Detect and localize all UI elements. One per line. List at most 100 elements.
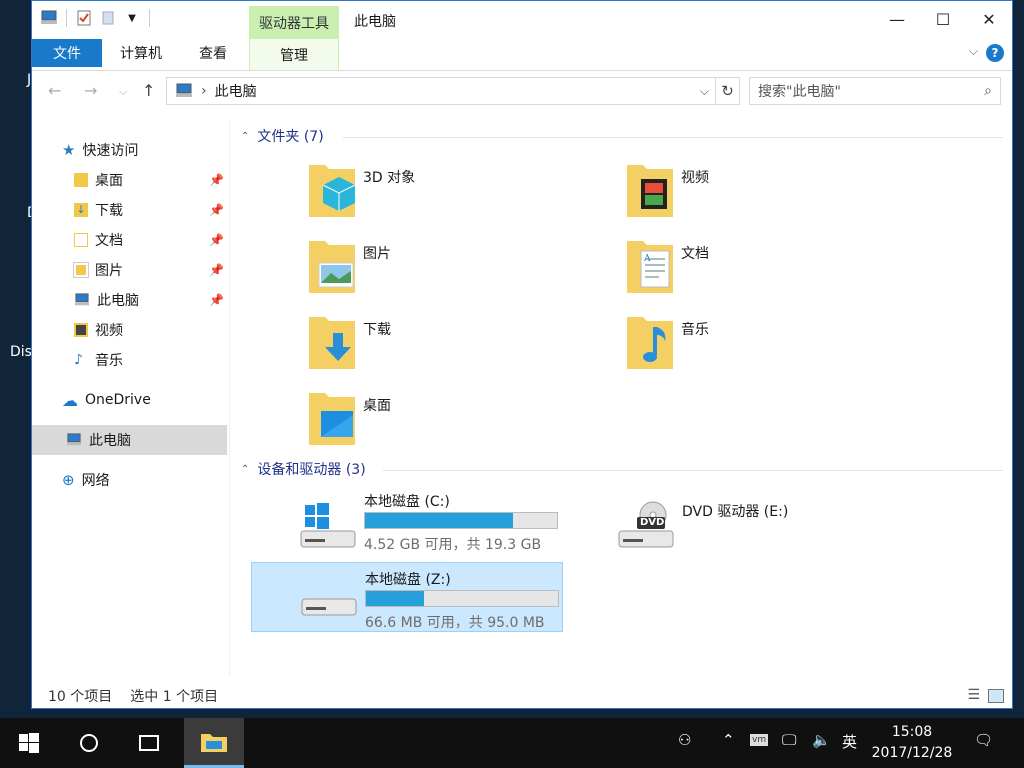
documents-folder-icon — [74, 233, 88, 247]
drive-c[interactable]: 本地磁盘 (C:) 4.52 GB 可用，共 19.3 GB — [251, 485, 563, 555]
explorer-window: ▼ 驱动器工具 此电脑 — ☐ ✕ 文件 计算机 查看 管理 ⌵ ? ← → ⌵… — [31, 0, 1013, 709]
recent-locations-icon[interactable]: ⌵ — [119, 85, 127, 99]
separator — [66, 9, 67, 27]
pin-icon[interactable]: 📌 — [209, 293, 224, 307]
collapse-chevron-icon[interactable]: ⌃ — [241, 131, 249, 142]
folder-pictures[interactable]: 图片 — [307, 237, 587, 305]
breadcrumb-separator-icon[interactable]: › — [201, 83, 207, 99]
clock[interactable]: 15:08 2017/12/28 — [862, 722, 962, 764]
minimize-button[interactable]: — — [874, 1, 920, 37]
folder-name: 桌面 — [363, 398, 391, 414]
folder-desktop[interactable]: 桌面 — [307, 389, 587, 457]
large-icons-view-icon[interactable] — [988, 689, 1004, 703]
properties-icon[interactable] — [75, 9, 93, 27]
cortana-button[interactable] — [64, 718, 114, 768]
sidebar-item-downloads[interactable]: ↓ 下载 📌 — [74, 195, 234, 225]
sidebar-item-documents[interactable]: 文档 📌 — [74, 225, 234, 255]
network-status-icon[interactable]: 🖵 — [782, 731, 796, 749]
pin-icon[interactable]: 📌 — [209, 173, 224, 187]
sidebar-item-label: OneDrive — [85, 392, 151, 408]
help-icon[interactable]: ? — [986, 44, 1004, 62]
maximize-button[interactable]: ☐ — [920, 1, 966, 37]
task-view-button[interactable] — [124, 718, 174, 768]
devices-group-header[interactable]: ⌃ 设备和驱动器 (3) — [241, 459, 366, 479]
start-button[interactable] — [0, 718, 58, 768]
computer-icon[interactable] — [40, 9, 58, 27]
back-icon[interactable]: ← — [48, 81, 61, 100]
view-switcher: ☰ — [967, 687, 1004, 703]
refresh-icon[interactable]: ↻ — [716, 77, 740, 105]
pin-icon[interactable]: 📌 — [209, 263, 224, 277]
folder-videos[interactable]: 视频 — [625, 161, 905, 229]
forward-icon[interactable]: → — [84, 81, 97, 100]
search-icon[interactable]: ⌕ — [984, 83, 992, 99]
close-button[interactable]: ✕ — [966, 1, 1012, 37]
folder-downloads[interactable]: 下载 — [307, 313, 587, 381]
sidebar-item-label: 快速访问 — [82, 143, 139, 159]
sidebar-item-desktop[interactable]: 桌面 📌 — [74, 165, 234, 195]
address-dropdown-icon[interactable]: ⌵ — [700, 84, 709, 99]
tab-file[interactable]: 文件 — [32, 39, 102, 67]
people-icon[interactable]: ⚇ — [678, 731, 691, 749]
tab-computer[interactable]: 计算机 — [108, 39, 174, 67]
volume-icon[interactable]: 🔈 — [812, 731, 831, 749]
sidebar-item-label: 此电脑 — [97, 293, 139, 309]
action-center-icon[interactable]: 🗨 — [974, 731, 993, 749]
computer-icon — [176, 83, 192, 97]
documents-folder-icon: A — [627, 241, 673, 293]
cortana-circle-icon — [80, 734, 98, 752]
sidebar-item-music[interactable]: ♪ 音乐 — [74, 345, 123, 375]
search-input[interactable]: 搜索"此电脑" ⌕ — [749, 77, 1001, 105]
collapse-chevron-icon[interactable]: ⌃ — [241, 464, 249, 475]
sidebar-item-label: 图片 — [95, 263, 123, 279]
ime-indicator[interactable]: 英 — [842, 731, 857, 752]
drive-name: 本地磁盘 (C:) — [364, 494, 450, 510]
folder-documents[interactable]: A 文档 — [625, 237, 905, 305]
file-view: ⌃ 文件夹 (7) 3D 对象 视频 图片 A 文档 下载 音乐 桌面 ⌃ 设备… — [231, 121, 1011, 676]
computer-icon — [75, 293, 89, 306]
computer-icon — [67, 433, 81, 446]
window-title: 此电脑 — [354, 14, 396, 30]
ribbon-expand-icon[interactable]: ⌵ — [969, 44, 978, 59]
group-divider — [383, 470, 1003, 471]
sidebar-item-label: 视频 — [95, 323, 123, 339]
drive-usage-fill — [366, 591, 424, 606]
folder-name: 下载 — [363, 322, 391, 338]
folder-3d-objects[interactable]: 3D 对象 — [307, 161, 587, 229]
vmware-icon[interactable]: vm — [750, 734, 769, 746]
folders-group-header[interactable]: ⌃ 文件夹 (7) — [241, 126, 324, 146]
sidebar-item-onedrive[interactable]: ☁ OneDrive — [62, 385, 151, 415]
clock-time: 15:08 — [891, 724, 933, 740]
folder-music[interactable]: 音乐 — [625, 313, 905, 381]
sidebar-item-quick-access[interactable]: ★ 快速访问 — [62, 135, 138, 165]
tab-view[interactable]: 查看 — [182, 39, 244, 67]
tab-manage[interactable]: 管理 — [249, 39, 339, 70]
sidebar-item-label: 网络 — [81, 473, 110, 489]
drive-name: DVD 驱动器 (E:) — [682, 504, 789, 520]
windows-logo-icon — [19, 733, 39, 753]
breadcrumb-this-pc[interactable]: 此电脑 — [215, 81, 257, 101]
sidebar-item-network[interactable]: ⊕ 网络 — [62, 465, 110, 495]
drive-e-dvd[interactable]: DVD DVD 驱动器 (E:) — [569, 485, 881, 555]
up-icon[interactable]: ↑ — [142, 81, 155, 100]
show-hidden-icons-icon[interactable]: ⌃ — [722, 731, 735, 749]
customize-dropdown-icon[interactable]: ▼ — [123, 9, 141, 27]
folder-name: 3D 对象 — [363, 170, 416, 186]
navigation-bar: ← → ⌵ ↑ › 此电脑 ⌵ ↻ 搜索"此电脑" ⌕ — [32, 73, 1012, 109]
desktop-folder-icon — [74, 173, 88, 187]
pin-icon[interactable]: 📌 — [209, 233, 224, 247]
sidebar-item-pictures[interactable]: 图片 📌 — [73, 255, 234, 285]
new-folder-icon[interactable] — [99, 9, 117, 27]
pin-icon[interactable]: 📌 — [209, 203, 224, 217]
drive-usage-fill — [365, 513, 513, 528]
sidebar-item-this-pc-pinned[interactable]: 此电脑 📌 — [74, 285, 234, 315]
item-count: 10 个项目 — [48, 689, 113, 705]
details-view-icon[interactable]: ☰ — [967, 687, 980, 703]
drive-z[interactable]: 本地磁盘 (Z:) 66.6 MB 可用，共 95.0 MB — [251, 562, 563, 632]
file-explorer-taskbar-button[interactable] — [184, 718, 244, 768]
sidebar-item-this-pc[interactable]: 此电脑 — [32, 425, 227, 455]
sidebar-item-videos[interactable]: 视频 — [74, 315, 123, 345]
search-placeholder: 搜索"此电脑" — [758, 84, 841, 100]
windows-drive-icon — [300, 503, 356, 548]
address-bar[interactable]: › 此电脑 ⌵ — [166, 77, 716, 105]
